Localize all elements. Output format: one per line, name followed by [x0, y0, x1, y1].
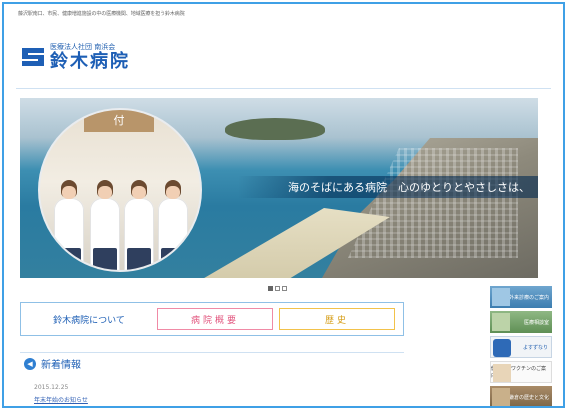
photo-sign: 付: [84, 110, 154, 132]
staff-member: [90, 180, 120, 270]
news-item-link[interactable]: 年末年始のお知らせ: [34, 395, 88, 404]
banner-consultation[interactable]: 医療相談室: [490, 311, 552, 333]
hero-island: [225, 118, 325, 140]
banner-label: 外来診療のご案内: [508, 294, 549, 301]
megaphone-icon: ◀: [24, 357, 36, 370]
page-frame: 藤沢駅南口、市民、健康増進施設の中の医療機関、地域医療を担う鈴木病院 医療法人社…: [2, 2, 565, 408]
banner-thumb: [492, 388, 510, 406]
slide-indicators: [268, 286, 287, 291]
banner-label: 医療相談室: [523, 319, 549, 326]
logo-name: 鈴木病院: [50, 50, 130, 72]
banner-vaccine[interactable]: 健診業務ワクチンのご案内: [490, 361, 552, 383]
news-date: 2015.12.25: [34, 384, 69, 391]
overview-button[interactable]: 病院概要: [157, 308, 273, 330]
staff-member: [124, 180, 154, 270]
slide-dot-1[interactable]: [268, 286, 273, 291]
hero-caption: 海のそばにある病院 心のゆとりとやさしさは、: [238, 176, 538, 198]
hero-slideshow[interactable]: 海のそばにある病院 心のゆとりとやさしさは、 付: [20, 98, 538, 278]
banner-thumb: [493, 339, 511, 357]
history-button[interactable]: 歴史: [279, 308, 395, 330]
banner-thumb: [492, 313, 510, 331]
staff-member: [158, 180, 188, 270]
header-tagline: 藤沢駅南口、市民、健康増進施設の中の医療機関、地域医療を担う鈴木病院: [18, 11, 185, 17]
banner-label: 鎌倉の歴史と文化: [508, 394, 549, 401]
news-header: ◀ 新着情報: [24, 356, 81, 371]
banner-label: よすずなり: [522, 344, 548, 351]
side-banners: 外来診療のご案内 医療相談室 よすずなり 健診業務ワクチンのご案内 鎌倉の歴史と…: [490, 286, 552, 406]
about-section: 鈴木病院について 病院概要 歴史: [20, 302, 404, 336]
banner-thumb: [493, 364, 511, 382]
banner-kamakura[interactable]: 鎌倉の歴史と文化: [490, 386, 552, 406]
logo-text: 医療法人社団 南浜会 鈴木病院: [50, 42, 130, 72]
site-logo[interactable]: 医療法人社団 南浜会 鈴木病院: [20, 42, 130, 72]
banner-thumb: [492, 288, 510, 306]
slide-dot-2[interactable]: [275, 286, 280, 291]
staff-member: [54, 180, 84, 270]
hero-town: [348, 148, 518, 258]
logo-subtitle: 医療法人社団 南浜会: [50, 42, 116, 51]
header-divider: [16, 88, 551, 89]
banner-outpatient[interactable]: 外来診療のご案内: [490, 286, 552, 308]
banner-newsletter[interactable]: よすずなり: [490, 336, 552, 358]
staff-photo: 付: [38, 108, 202, 272]
news-title: 新着情報: [41, 360, 81, 371]
slide-dot-3[interactable]: [282, 286, 287, 291]
about-label: 鈴木病院について: [53, 315, 125, 326]
news-divider: [20, 352, 404, 353]
s-logo-icon: [22, 48, 44, 66]
